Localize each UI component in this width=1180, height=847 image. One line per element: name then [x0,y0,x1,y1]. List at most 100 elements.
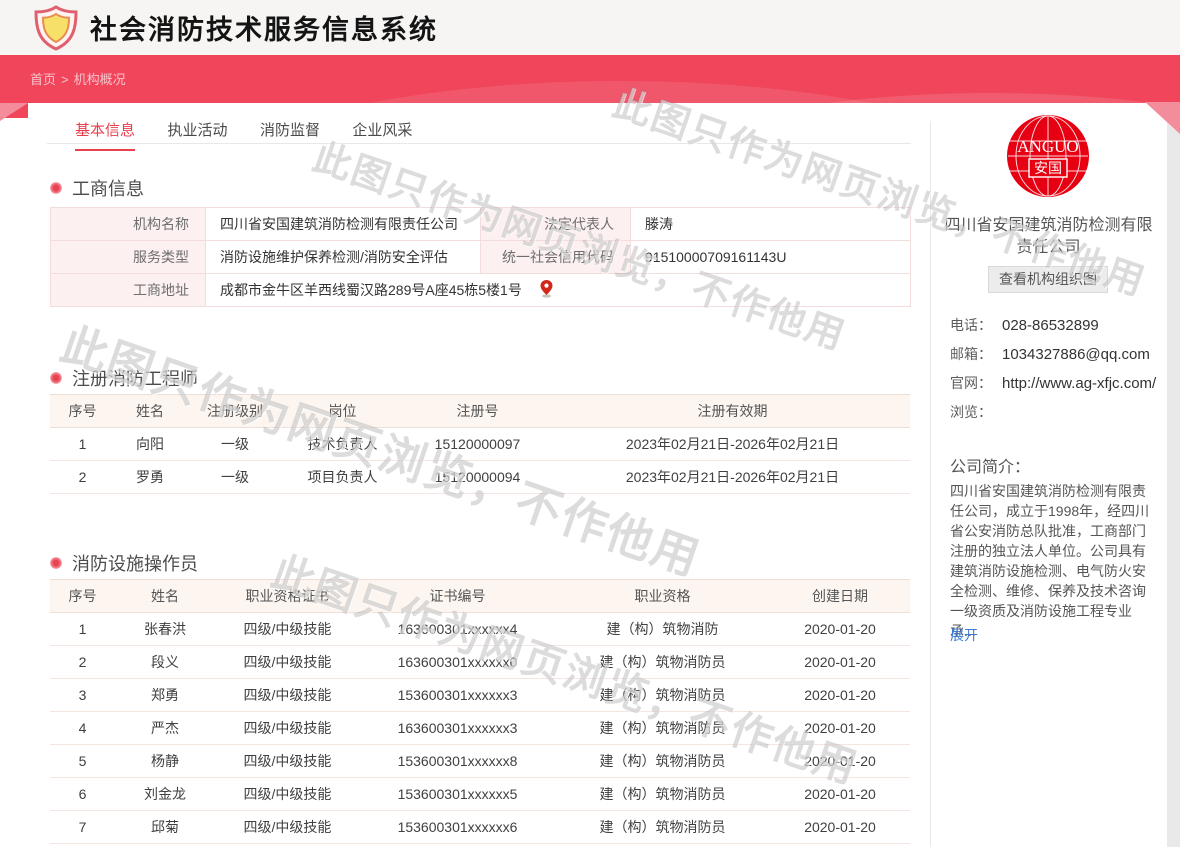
cell: 2020-01-20 [770,646,910,679]
service-type-value: 消防设施维护保养检测/消防安全评估 [206,241,481,274]
view-org-chart-button[interactable]: 查看机构组织图 [988,266,1108,293]
operators-table: 序号姓名职业资格证书证书编号职业资格创建日期 1 张春洪 四级/中级技能 163… [50,579,910,844]
table-row: 2 罗勇 一级 项目负责人 15120000094 2023年02月21日-20… [50,461,910,494]
column-header: 姓名 [115,395,185,428]
column-header: 职业资格 [555,580,770,613]
cell: 153600301xxxxxx6 [360,811,555,844]
cell: 建（构）筑物消防员 [555,811,770,844]
location-pin-icon[interactable] [540,280,553,298]
cell: 6 [50,778,115,811]
tab-practice-activity[interactable]: 执业活动 [167,119,227,149]
cell: 1 [50,428,115,461]
scrollbar-track[interactable] [1167,103,1180,847]
cell: 2020-01-20 [770,679,910,712]
table-row: 4 严杰 四级/中级技能 163600301xxxxxx3 建（构）筑物消防员 … [50,712,910,745]
section-title-text: 注册消防工程师 [72,365,198,391]
column-header: 岗位 [285,395,400,428]
column-header: 创建日期 [770,580,910,613]
column-header: 证书编号 [360,580,555,613]
cell: 四级/中级技能 [215,811,360,844]
table-row: 服务类型 消防设施维护保养检测/消防安全评估 统一社会信用代码 91510000… [51,241,911,274]
section-title-engineers: 注册消防工程师 [50,365,198,391]
cell: 郑勇 [115,679,215,712]
cell: 四级/中级技能 [215,646,360,679]
cell: 建（构）筑物消防员 [555,745,770,778]
cell: 四级/中级技能 [215,778,360,811]
contact-info: 电话： 028-86532899 邮箱： 1034327886@qq.com 官… [950,311,1164,427]
service-type-label: 服务类型 [51,241,206,274]
cell: 1 [50,613,115,646]
cell: 建（构）筑物消防员 [555,679,770,712]
cell: 技术负责人 [285,428,400,461]
sidebar-company-name: 四川省安国建筑消防检测有限责任公司 [930,215,1167,259]
website-link[interactable]: http://www.ag-xfjc.com/ [1002,369,1158,398]
tab-company-showcase[interactable]: 企业风采 [352,119,412,149]
table-header-row: 序号姓名职业资格证书证书编号职业资格创建日期 [50,580,910,613]
content-card: 基本信息 执业活动 消防监督 企业风采 工商信息 机构名称 四川省安国建筑消防检… [28,103,1167,847]
cell: 2020-01-20 [770,613,910,646]
tab-bar: 基本信息 执业活动 消防监督 企业风采 [47,103,911,144]
app-header: 社会消防技术服务信息系统 [0,0,1180,55]
section-title-operators: 消防设施操作员 [50,550,198,576]
engineers-table: 序号姓名注册级别岗位注册号注册有效期 1 向阳 一级 技术负责人 1512000… [50,394,910,494]
cell: 163600301xxxxxx4 [360,613,555,646]
breadcrumb-home-link[interactable]: 首页 [30,72,56,87]
cell: 2023年02月21日-2026年02月21日 [555,461,910,494]
cell: 项目负责人 [285,461,400,494]
cell: 2020-01-20 [770,745,910,778]
cell: 163600301xxxxxx0 [360,646,555,679]
tab-basic-info[interactable]: 基本信息 [75,119,135,151]
cell: 罗勇 [115,461,185,494]
tab-fire-supervision[interactable]: 消防监督 [260,119,320,149]
company-profile-title: 公司简介： [950,453,1030,477]
cell: 向阳 [115,428,185,461]
cell: 一级 [185,428,285,461]
cell: 建（构）筑物消防员 [555,646,770,679]
cell: 2020-01-20 [770,778,910,811]
logo-text-en: ANGUO [1017,137,1078,156]
table-row: 7 邱菊 四级/中级技能 153600301xxxxxx6 建（构）筑物消防员 … [50,811,910,844]
cell: 建（构）筑物消防 [555,613,770,646]
table-header-row: 序号姓名注册级别岗位注册号注册有效期 [50,395,910,428]
table-row: 1 张春洪 四级/中级技能 163600301xxxxxx4 建（构）筑物消防 … [50,613,910,646]
cell: 2020-01-20 [770,811,910,844]
cell: 2023年02月21日-2026年02月21日 [555,428,910,461]
cell: 一级 [185,461,285,494]
company-profile-text: 四川省安国建筑消防检测有限责任公司，成立于1998年，经四川省公安消防总队批准，… [950,481,1154,641]
column-header: 职业资格证书 [215,580,360,613]
credit-code-label: 统一社会信用代码 [481,241,631,274]
bullet-dot-icon [50,182,62,194]
cell: 15120000094 [400,461,555,494]
column-header: 注册号 [400,395,555,428]
table-row: 5 杨静 四级/中级技能 153600301xxxxxx8 建（构）筑物消防员 … [50,745,910,778]
table-row: 工商地址 成都市金牛区羊西线蜀汉路289号A座45栋5楼1号 [51,274,911,307]
page-title: 社会消防技术服务信息系统 [90,8,438,47]
cell: 建（构）筑物消防员 [555,778,770,811]
breadcrumb-current: 机构概况 [74,72,126,87]
views-value [1002,398,1158,427]
table-row: 3 郑勇 四级/中级技能 153600301xxxxxx3 建（构）筑物消防员 … [50,679,910,712]
cell: 5 [50,745,115,778]
shield-icon [34,5,78,51]
email-label: 邮箱： [950,340,1002,369]
cell: 刘金龙 [115,778,215,811]
address-value: 成都市金牛区羊西线蜀汉路289号A座45栋5楼1号 [206,274,911,307]
expand-link[interactable]: 展开 [950,625,978,645]
logo-text-cn: 安国 [1034,160,1062,176]
cell: 153600301xxxxxx8 [360,745,555,778]
legal-rep-label: 法定代表人 [481,208,631,241]
email-value: 1034327886@qq.com [1002,340,1158,369]
cell: 段义 [115,646,215,679]
column-header: 注册级别 [185,395,285,428]
section-title-text: 工商信息 [72,175,144,201]
cell: 四级/中级技能 [215,712,360,745]
cell: 杨静 [115,745,215,778]
table-row: 机构名称 四川省安国建筑消防检测有限责任公司 法定代表人 滕涛 [51,208,911,241]
cell: 3 [50,679,115,712]
cell: 严杰 [115,712,215,745]
column-header: 姓名 [115,580,215,613]
cell: 153600301xxxxxx3 [360,679,555,712]
cell: 四级/中级技能 [215,679,360,712]
org-name-label: 机构名称 [51,208,206,241]
cell: 张春洪 [115,613,215,646]
